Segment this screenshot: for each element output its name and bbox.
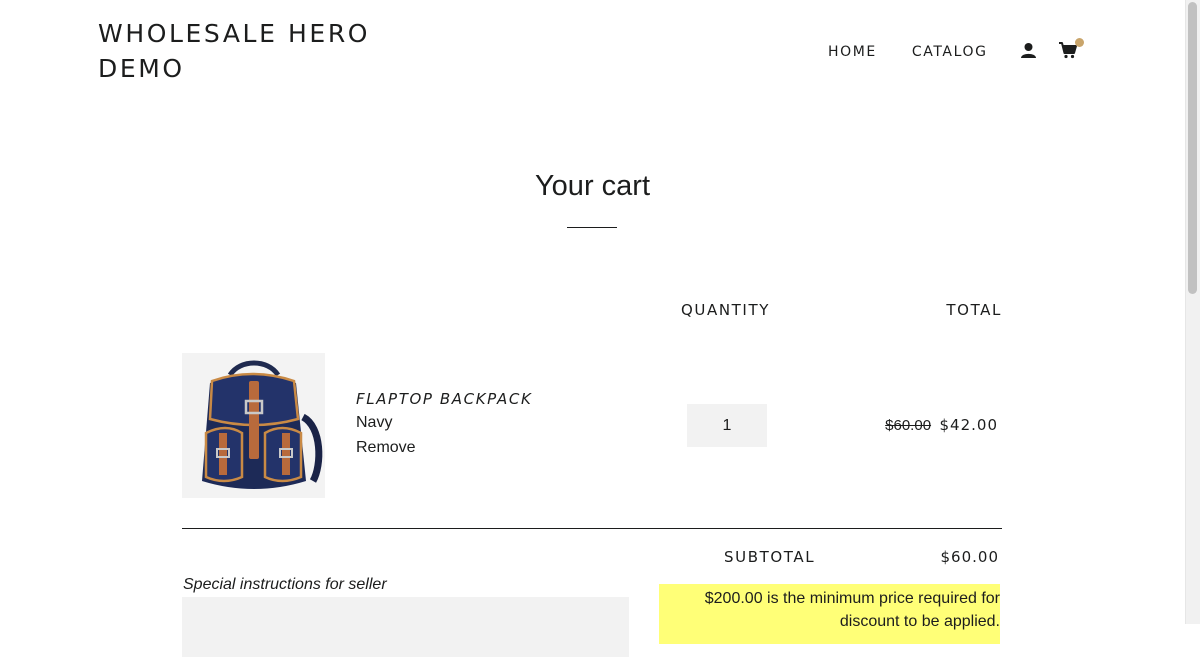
cart-divider	[182, 528, 1002, 529]
navy-backpack-image	[182, 353, 325, 498]
nav-catalog-link[interactable]: CATALOG	[912, 42, 988, 62]
total-column-header: TOTAL	[946, 301, 1002, 319]
quantity-input[interactable]	[687, 404, 767, 447]
product-variant: Navy	[356, 414, 393, 431]
remove-item-link[interactable]: Remove	[356, 439, 416, 457]
cart-count-dot	[1075, 38, 1084, 47]
title-divider	[567, 227, 617, 228]
scrollbar-thumb[interactable]	[1188, 2, 1197, 294]
quantity-column-header: QUANTITY	[681, 301, 770, 319]
page-scrollbar[interactable]	[1185, 0, 1200, 624]
site-title-link[interactable]: WHOLESALE HERO DEMO	[98, 16, 418, 86]
original-price: $60.00	[885, 417, 932, 434]
subtotal-label: SUBTOTAL	[724, 548, 816, 566]
discount-notice: $200.00 is the minimum price required fo…	[659, 584, 1000, 644]
subtotal-value: $60.00	[940, 548, 999, 566]
nav-home-link[interactable]: HOME	[828, 42, 877, 62]
account-icon[interactable]	[1018, 40, 1038, 60]
discounted-price: $42.00	[939, 416, 998, 434]
product-image[interactable]	[182, 353, 325, 498]
line-item-total: $60.00 $42.00	[840, 416, 998, 435]
special-instructions-label: Special instructions for seller	[183, 576, 387, 593]
special-instructions-field[interactable]	[182, 597, 629, 657]
page-title: Your cart	[535, 170, 650, 202]
main-nav: HOME CATALOG	[828, 42, 988, 62]
cart-icon[interactable]	[1058, 38, 1084, 60]
product-name-link[interactable]: FLAPTOP BACKPACK	[356, 390, 532, 408]
header-icons	[1018, 38, 1084, 60]
